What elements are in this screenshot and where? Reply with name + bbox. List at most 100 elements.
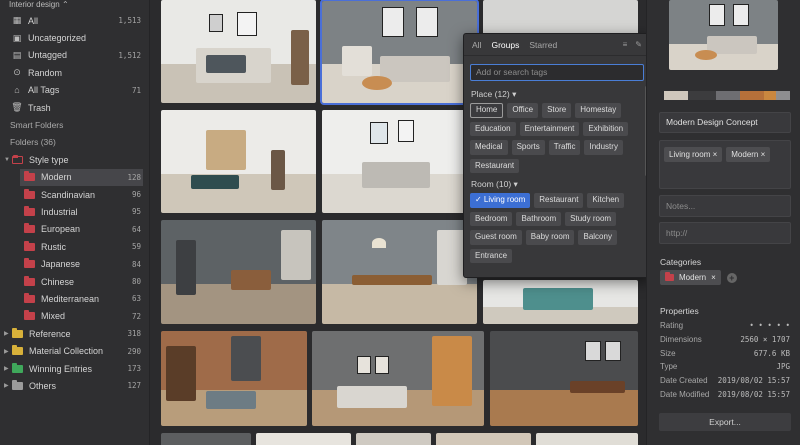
- image-thumbnail[interactable]: [322, 220, 477, 324]
- close-icon[interactable]: ×: [711, 270, 716, 285]
- folder-japanese[interactable]: Japanese 84: [0, 255, 149, 272]
- tag-search-input[interactable]: Add or search tags: [470, 64, 644, 81]
- tag-chip[interactable]: Guest room: [470, 230, 522, 245]
- properties-label: Properties: [660, 306, 699, 316]
- url-field[interactable]: http://: [659, 222, 791, 244]
- image-thumbnail[interactable]: [256, 433, 351, 445]
- add-category-button[interactable]: +: [726, 272, 737, 283]
- tags-field[interactable]: Living room × Modern ×: [659, 140, 791, 189]
- palette-swatch[interactable]: [716, 91, 740, 100]
- folder-material-collection[interactable]: ▶ Material Collection 290: [0, 342, 149, 359]
- sort-icon[interactable]: ≡: [623, 40, 628, 49]
- sidebar: Interior design ⌃ ▦ All 1,513 ▣ Uncatego…: [0, 0, 150, 445]
- tag-chip[interactable]: Sports: [511, 140, 545, 155]
- tag-chip[interactable]: Entrance: [470, 248, 513, 263]
- image-thumbnail[interactable]: [436, 433, 531, 445]
- folder-icon: [665, 272, 674, 281]
- folders-header[interactable]: Folders (36): [0, 134, 149, 151]
- sidebar-item-untagged[interactable]: ▤ Untagged 1,512: [0, 47, 149, 64]
- folder-reference[interactable]: ▶ Reference 318: [0, 325, 149, 342]
- palette-swatch[interactable]: [688, 91, 716, 100]
- tag-chip[interactable]: Restaurant: [470, 158, 520, 173]
- pin-icon[interactable]: ✎: [635, 40, 642, 49]
- palette-swatch[interactable]: [764, 91, 776, 100]
- folder-scandinavian[interactable]: Scandinavian 96: [0, 186, 149, 203]
- folder-chinese[interactable]: Chinese 80: [0, 273, 149, 290]
- folder-icon: [24, 240, 35, 251]
- image-thumbnail[interactable]: [356, 433, 431, 445]
- tag-chip[interactable]: Exhibition: [583, 121, 629, 136]
- chevron-right-icon[interactable]: ▶: [4, 365, 12, 372]
- library-title: Interior design: [9, 0, 60, 9]
- folder-icon: [24, 171, 35, 182]
- library-switcher[interactable]: Interior design ⌃: [0, 0, 149, 12]
- tag-chip[interactable]: Office: [507, 103, 539, 118]
- tab-groups[interactable]: Groups: [491, 40, 519, 50]
- chevron-right-icon[interactable]: ▶: [4, 330, 12, 337]
- folder-icon: [24, 310, 35, 321]
- sidebar-item-all[interactable]: ▦ All 1,513: [0, 12, 149, 29]
- sidebar-item-uncategorized[interactable]: ▣ Uncategorized: [0, 29, 149, 46]
- image-thumbnail[interactable]: [483, 280, 638, 324]
- tag-chip[interactable]: Home: [470, 103, 504, 118]
- tag-chip[interactable]: Modern ×: [726, 147, 771, 162]
- tag-group-room-header[interactable]: Room (10) ▾: [464, 177, 650, 191]
- sidebar-item-trash[interactable]: 🗑 Trash: [0, 99, 149, 116]
- tag-chip[interactable]: Homestay: [575, 103, 622, 118]
- category-chip[interactable]: Modern ×: [660, 270, 721, 285]
- tag-chip[interactable]: Restaurant: [534, 193, 584, 208]
- tag-chip[interactable]: Balcony: [578, 230, 617, 245]
- tag-chip[interactable]: Medical: [470, 140, 508, 155]
- tag-chip[interactable]: Study room: [565, 211, 617, 226]
- tag-chip[interactable]: Traffic: [548, 140, 581, 155]
- image-thumbnail[interactable]: [490, 331, 638, 426]
- tag-chip[interactable]: Education: [470, 121, 516, 136]
- folder-mixed[interactable]: Mixed 72: [0, 308, 149, 325]
- rating-stars[interactable]: • • • • •: [749, 321, 790, 330]
- folder-others[interactable]: ▶ Others 127: [0, 377, 149, 394]
- tag-group-place-header[interactable]: Place (12) ▾: [464, 87, 650, 101]
- folder-modern[interactable]: Modern 128: [20, 168, 143, 186]
- sidebar-item-all-tags[interactable]: ⌂ All Tags 71: [0, 82, 149, 99]
- image-thumbnail[interactable]: [536, 433, 638, 445]
- tag-chip[interactable]: Baby room: [525, 230, 575, 245]
- image-preview[interactable]: [669, 0, 778, 70]
- tag-chip[interactable]: Kitchen: [587, 193, 625, 208]
- image-thumbnail[interactable]: [161, 331, 307, 426]
- folder-rustic[interactable]: Rustic 59: [0, 238, 149, 255]
- tab-starred[interactable]: Starred: [529, 40, 557, 50]
- tag-group-room: ✓ Living room Restaurant Kitchen Bedroom…: [464, 191, 650, 267]
- notes-field[interactable]: Notes...: [659, 195, 791, 217]
- folder-industrial[interactable]: Industrial 95: [0, 203, 149, 220]
- image-thumbnail[interactable]: [312, 331, 484, 426]
- tag-chip[interactable]: Store: [542, 103, 572, 118]
- image-thumbnail[interactable]: [161, 220, 316, 324]
- export-button[interactable]: Export...: [659, 413, 791, 431]
- folder-winning-entries[interactable]: ▶ Winning Entries 173: [0, 360, 149, 377]
- tag-chip-selected[interactable]: ✓ Living room: [470, 193, 531, 208]
- image-thumbnail[interactable]: [161, 433, 251, 445]
- image-thumbnail-selected[interactable]: [320, 0, 479, 105]
- palette-swatch[interactable]: [776, 91, 790, 100]
- tag-chip[interactable]: Industry: [584, 140, 623, 155]
- image-thumbnail[interactable]: [161, 0, 316, 103]
- image-thumbnail[interactable]: [322, 110, 477, 213]
- smart-folders-header[interactable]: Smart Folders: [0, 116, 149, 133]
- palette-swatch[interactable]: [740, 91, 764, 100]
- image-thumbnail[interactable]: [161, 110, 316, 213]
- name-field[interactable]: Modern Design Concept: [659, 112, 791, 133]
- chevron-right-icon[interactable]: ▶: [4, 348, 12, 355]
- tag-chip[interactable]: Entertainment: [519, 121, 580, 136]
- chevron-down-icon[interactable]: ▼: [4, 157, 12, 163]
- tab-all[interactable]: All: [472, 40, 481, 50]
- palette-swatch[interactable]: [664, 91, 688, 100]
- tag-chip[interactable]: Living room ×: [664, 147, 723, 162]
- chevron-right-icon[interactable]: ▶: [4, 382, 12, 389]
- sidebar-item-random[interactable]: ⊙ Random: [0, 64, 149, 81]
- folder-mediterranean[interactable]: Mediterranean 63: [0, 290, 149, 307]
- folder-european[interactable]: European 64: [0, 221, 149, 238]
- property-date-modified: Date Modified 2019/08/02 15:57: [660, 390, 790, 399]
- tag-chip[interactable]: Bedroom: [470, 211, 513, 226]
- folder-style-type[interactable]: ▼ Style type: [0, 151, 149, 168]
- tag-chip[interactable]: Bathroom: [516, 211, 562, 226]
